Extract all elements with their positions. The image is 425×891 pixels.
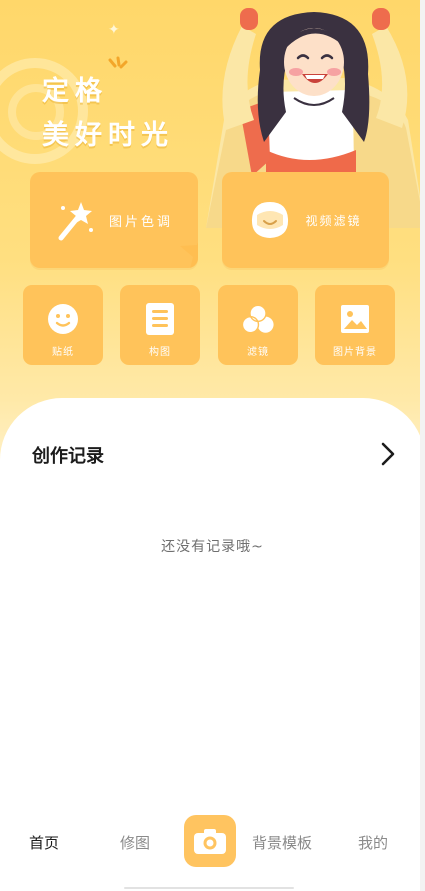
composition-tool[interactable]: 构图 [120, 285, 200, 365]
magic-wand-icon [58, 202, 93, 241]
filter-label: 滤镜 [247, 347, 269, 358]
camera-button[interactable] [184, 815, 236, 867]
tab-home-label: 首页 [29, 834, 60, 852]
smiley-sticker-icon [48, 304, 78, 334]
tab-mine[interactable]: 我的 [358, 832, 388, 853]
sticker-tool[interactable]: 贴纸 [23, 285, 103, 365]
hero-headline: 定格 美好时光 [42, 70, 174, 158]
video-filter-label: 视频滤镜 [305, 213, 362, 228]
home-indicator [124, 887, 294, 889]
headline-line-1: 定格 [42, 76, 108, 107]
tab-mine-label: 我的 [358, 834, 389, 852]
filter-circles-icon [241, 304, 274, 334]
camera-icon [194, 829, 226, 854]
screen-edge [420, 0, 425, 891]
sparkle-icon: ✦ [108, 22, 120, 38]
face-mask-icon [252, 202, 289, 238]
tab-home[interactable]: 首页 [27, 832, 67, 856]
tab-edit-photo[interactable]: 修图 [120, 832, 150, 853]
image-background-icon [341, 305, 369, 333]
image-background-tool[interactable]: 图片背景 [315, 285, 395, 365]
section-title: 创作记录 [32, 446, 104, 467]
tab-background-templates[interactable]: 背景模板 [252, 832, 312, 853]
document-layout-icon [146, 303, 174, 335]
composition-label: 构图 [149, 347, 171, 358]
tab-background-templates-label: 背景模板 [252, 834, 313, 852]
color-tone-label: 图片色调 [108, 214, 173, 230]
chevron-right-icon[interactable] [378, 441, 398, 467]
empty-state-text: 还没有记录哦~ [161, 539, 264, 555]
tab-edit-photo-label: 修图 [120, 834, 151, 852]
image-background-label: 图片背景 [333, 347, 377, 358]
sticker-label: 贴纸 [52, 347, 74, 358]
filter-tool[interactable]: 滤镜 [218, 285, 298, 365]
color-tone-card[interactable]: 图片色调 [30, 172, 198, 268]
video-filter-card[interactable]: 视频滤镜 [222, 172, 389, 268]
star-decoration-icon [180, 242, 198, 268]
headline-line-2: 美好时光 [42, 120, 174, 151]
